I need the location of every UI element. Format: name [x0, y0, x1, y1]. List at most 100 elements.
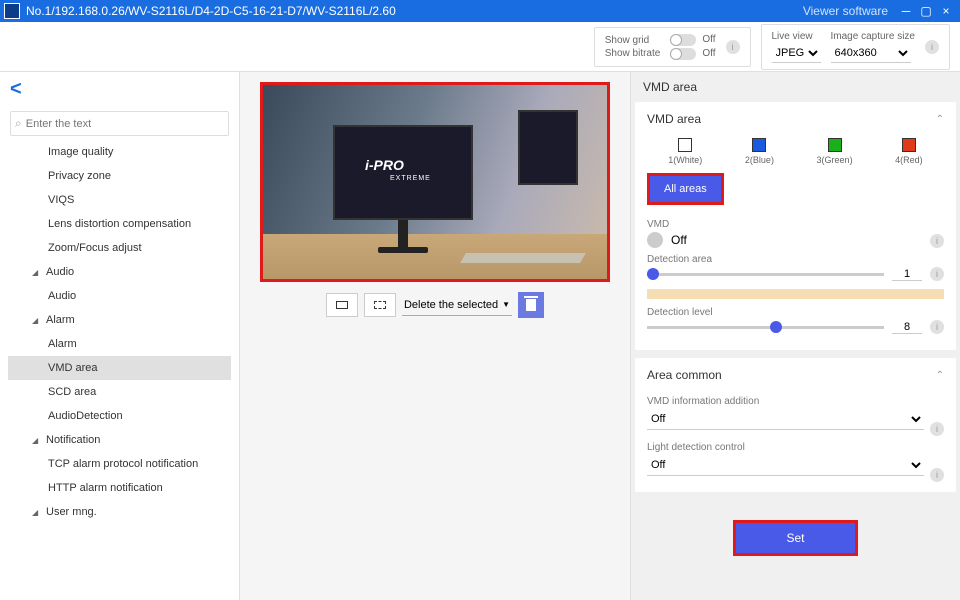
show-grid-value: Off	[702, 34, 715, 45]
panel-header: VMD area	[631, 72, 960, 102]
search-icon: ⌕	[15, 116, 22, 131]
delete-button[interactable]	[518, 292, 544, 318]
back-button[interactable]: <	[0, 72, 239, 107]
nav-audio-detection[interactable]: AudioDetection	[8, 404, 231, 428]
nav-group-user-mng[interactable]: ◢User mng.	[8, 500, 231, 524]
search-box[interactable]: ⌕	[10, 111, 229, 136]
info-icon[interactable]: i	[930, 234, 944, 248]
area-common-section: Area common ⌃ VMD information addition O…	[635, 358, 956, 492]
rect-dash-tool-button[interactable]	[364, 293, 396, 317]
chevron-down-icon: ▼	[502, 300, 510, 309]
nav-vmd-area[interactable]: VMD area	[8, 356, 231, 380]
close-button[interactable]: ×	[936, 4, 956, 18]
info-icon[interactable]: i	[925, 40, 939, 54]
capture-size-label: Image capture size	[831, 31, 916, 42]
info-addition-select[interactable]: Off	[647, 409, 924, 430]
nav-viqs[interactable]: VIQS	[8, 188, 231, 212]
show-bitrate-value: Off	[702, 48, 715, 59]
titlebar: No.1/192.168.0.26/WV-S2116L/D4-2D-C5-16-…	[0, 0, 960, 22]
show-grid-toggle[interactable]	[670, 34, 696, 46]
capture-size-select[interactable]: 640x360	[831, 44, 911, 63]
info-icon[interactable]: i	[726, 40, 740, 54]
all-areas-button[interactable]: All areas	[650, 176, 721, 202]
detection-level-label: Detection level	[647, 307, 944, 318]
nav-audio[interactable]: Audio	[8, 284, 231, 308]
live-view-label: Live view	[772, 31, 821, 42]
nav-group-notification[interactable]: ◢Notification	[8, 428, 231, 452]
search-input[interactable]	[26, 118, 224, 130]
info-addition-label: VMD information addition	[647, 396, 924, 407]
vmd-toggle[interactable]	[647, 232, 663, 248]
area-swatches: 1(White) 2(Blue) 3(Green) 4(Red)	[647, 138, 944, 165]
capture-panel: Live view JPEG Image capture size 640x36…	[761, 24, 951, 70]
area-3-green[interactable]: 3(Green)	[817, 138, 853, 165]
dashed-rectangle-icon	[374, 301, 386, 309]
collapse-icon[interactable]: ⌃	[936, 370, 944, 381]
info-icon[interactable]: i	[930, 422, 944, 436]
nav-alarm[interactable]: Alarm	[8, 332, 231, 356]
nav-lens-distortion[interactable]: Lens distortion compensation	[8, 212, 231, 236]
rect-tool-button[interactable]	[326, 293, 358, 317]
detection-level-value[interactable]	[892, 321, 922, 334]
light-detection-select[interactable]: Off	[647, 455, 924, 476]
caret-icon: ◢	[32, 268, 40, 277]
window-title: No.1/192.168.0.26/WV-S2116L/D4-2D-C5-16-…	[26, 4, 803, 18]
area-4-red[interactable]: 4(Red)	[895, 138, 923, 165]
light-detection-label: Light detection control	[647, 442, 924, 453]
set-button[interactable]: Set	[736, 523, 854, 553]
nav-tcp-alarm[interactable]: TCP alarm protocol notification	[8, 452, 231, 476]
detection-indicator	[647, 289, 944, 299]
nav-group-audio[interactable]: ◢Audio	[8, 260, 231, 284]
show-bitrate-toggle[interactable]	[670, 48, 696, 60]
trash-icon	[526, 299, 536, 311]
swatch-white	[678, 138, 692, 152]
caret-icon: ◢	[32, 508, 40, 517]
area-common-title: Area common	[647, 368, 722, 382]
show-bitrate-label: Show bitrate	[605, 48, 661, 59]
area-2-blue[interactable]: 2(Blue)	[745, 138, 774, 165]
maximize-button[interactable]: ▢	[916, 4, 936, 18]
nav-group-alarm[interactable]: ◢Alarm	[8, 308, 231, 332]
minimize-button[interactable]: ─	[896, 4, 916, 18]
nav-image-quality[interactable]: Image quality	[8, 140, 231, 164]
all-areas-highlight: All areas	[647, 173, 724, 205]
vmd-area-title: VMD area	[647, 112, 701, 126]
area-1-white[interactable]: 1(White)	[668, 138, 702, 165]
detection-area-label: Detection area	[647, 254, 944, 265]
collapse-icon[interactable]: ⌃	[936, 114, 944, 125]
swatch-red	[902, 138, 916, 152]
nav-http-alarm[interactable]: HTTP alarm notification	[8, 476, 231, 500]
nav-zoom-focus[interactable]: Zoom/Focus adjust	[8, 236, 231, 260]
caret-icon: ◢	[32, 436, 40, 445]
swatch-green	[828, 138, 842, 152]
app-icon	[4, 3, 20, 19]
vmd-label: VMD	[647, 219, 944, 230]
delete-selected-dropdown[interactable]: Delete the selected▼	[402, 295, 512, 316]
rectangle-icon	[336, 301, 348, 309]
detection-level-slider[interactable]	[647, 326, 884, 329]
vmd-area-section: VMD area ⌃ 1(White) 2(Blue) 3(Green) 4(R…	[635, 102, 956, 350]
video-toolbar: Delete the selected▼	[326, 292, 544, 318]
nav-privacy-zone[interactable]: Privacy zone	[8, 164, 231, 188]
detection-area-value[interactable]	[892, 268, 922, 281]
live-view-select[interactable]: JPEG	[772, 44, 821, 63]
set-button-highlight: Set	[733, 520, 857, 556]
display-options-panel: Show grid Show bitrate Off Off i	[594, 27, 751, 67]
nav-scd-area[interactable]: SCD area	[8, 380, 231, 404]
info-icon[interactable]: i	[930, 267, 944, 281]
nav-tree[interactable]: Image quality Privacy zone VIQS Lens dis…	[0, 140, 239, 600]
swatch-blue	[752, 138, 766, 152]
topbar: Show grid Show bitrate Off Off i Live vi…	[0, 22, 960, 72]
vmd-value: Off	[671, 233, 687, 247]
center-panel: i-PROEXTREME Delete the selected▼	[240, 72, 630, 600]
info-icon[interactable]: i	[930, 320, 944, 334]
properties-panel: VMD area VMD area ⌃ 1(White) 2(Blue) 3(G…	[630, 72, 960, 600]
video-preview[interactable]: i-PROEXTREME	[260, 82, 610, 282]
set-button-wrap: Set	[631, 500, 960, 566]
info-icon[interactable]: i	[930, 468, 944, 482]
sidebar: < ⌕ Image quality Privacy zone VIQS Lens…	[0, 72, 240, 600]
brand-label: Viewer software	[803, 4, 888, 18]
show-grid-label: Show grid	[605, 35, 649, 46]
caret-icon: ◢	[32, 316, 40, 325]
detection-area-slider[interactable]	[647, 273, 884, 276]
